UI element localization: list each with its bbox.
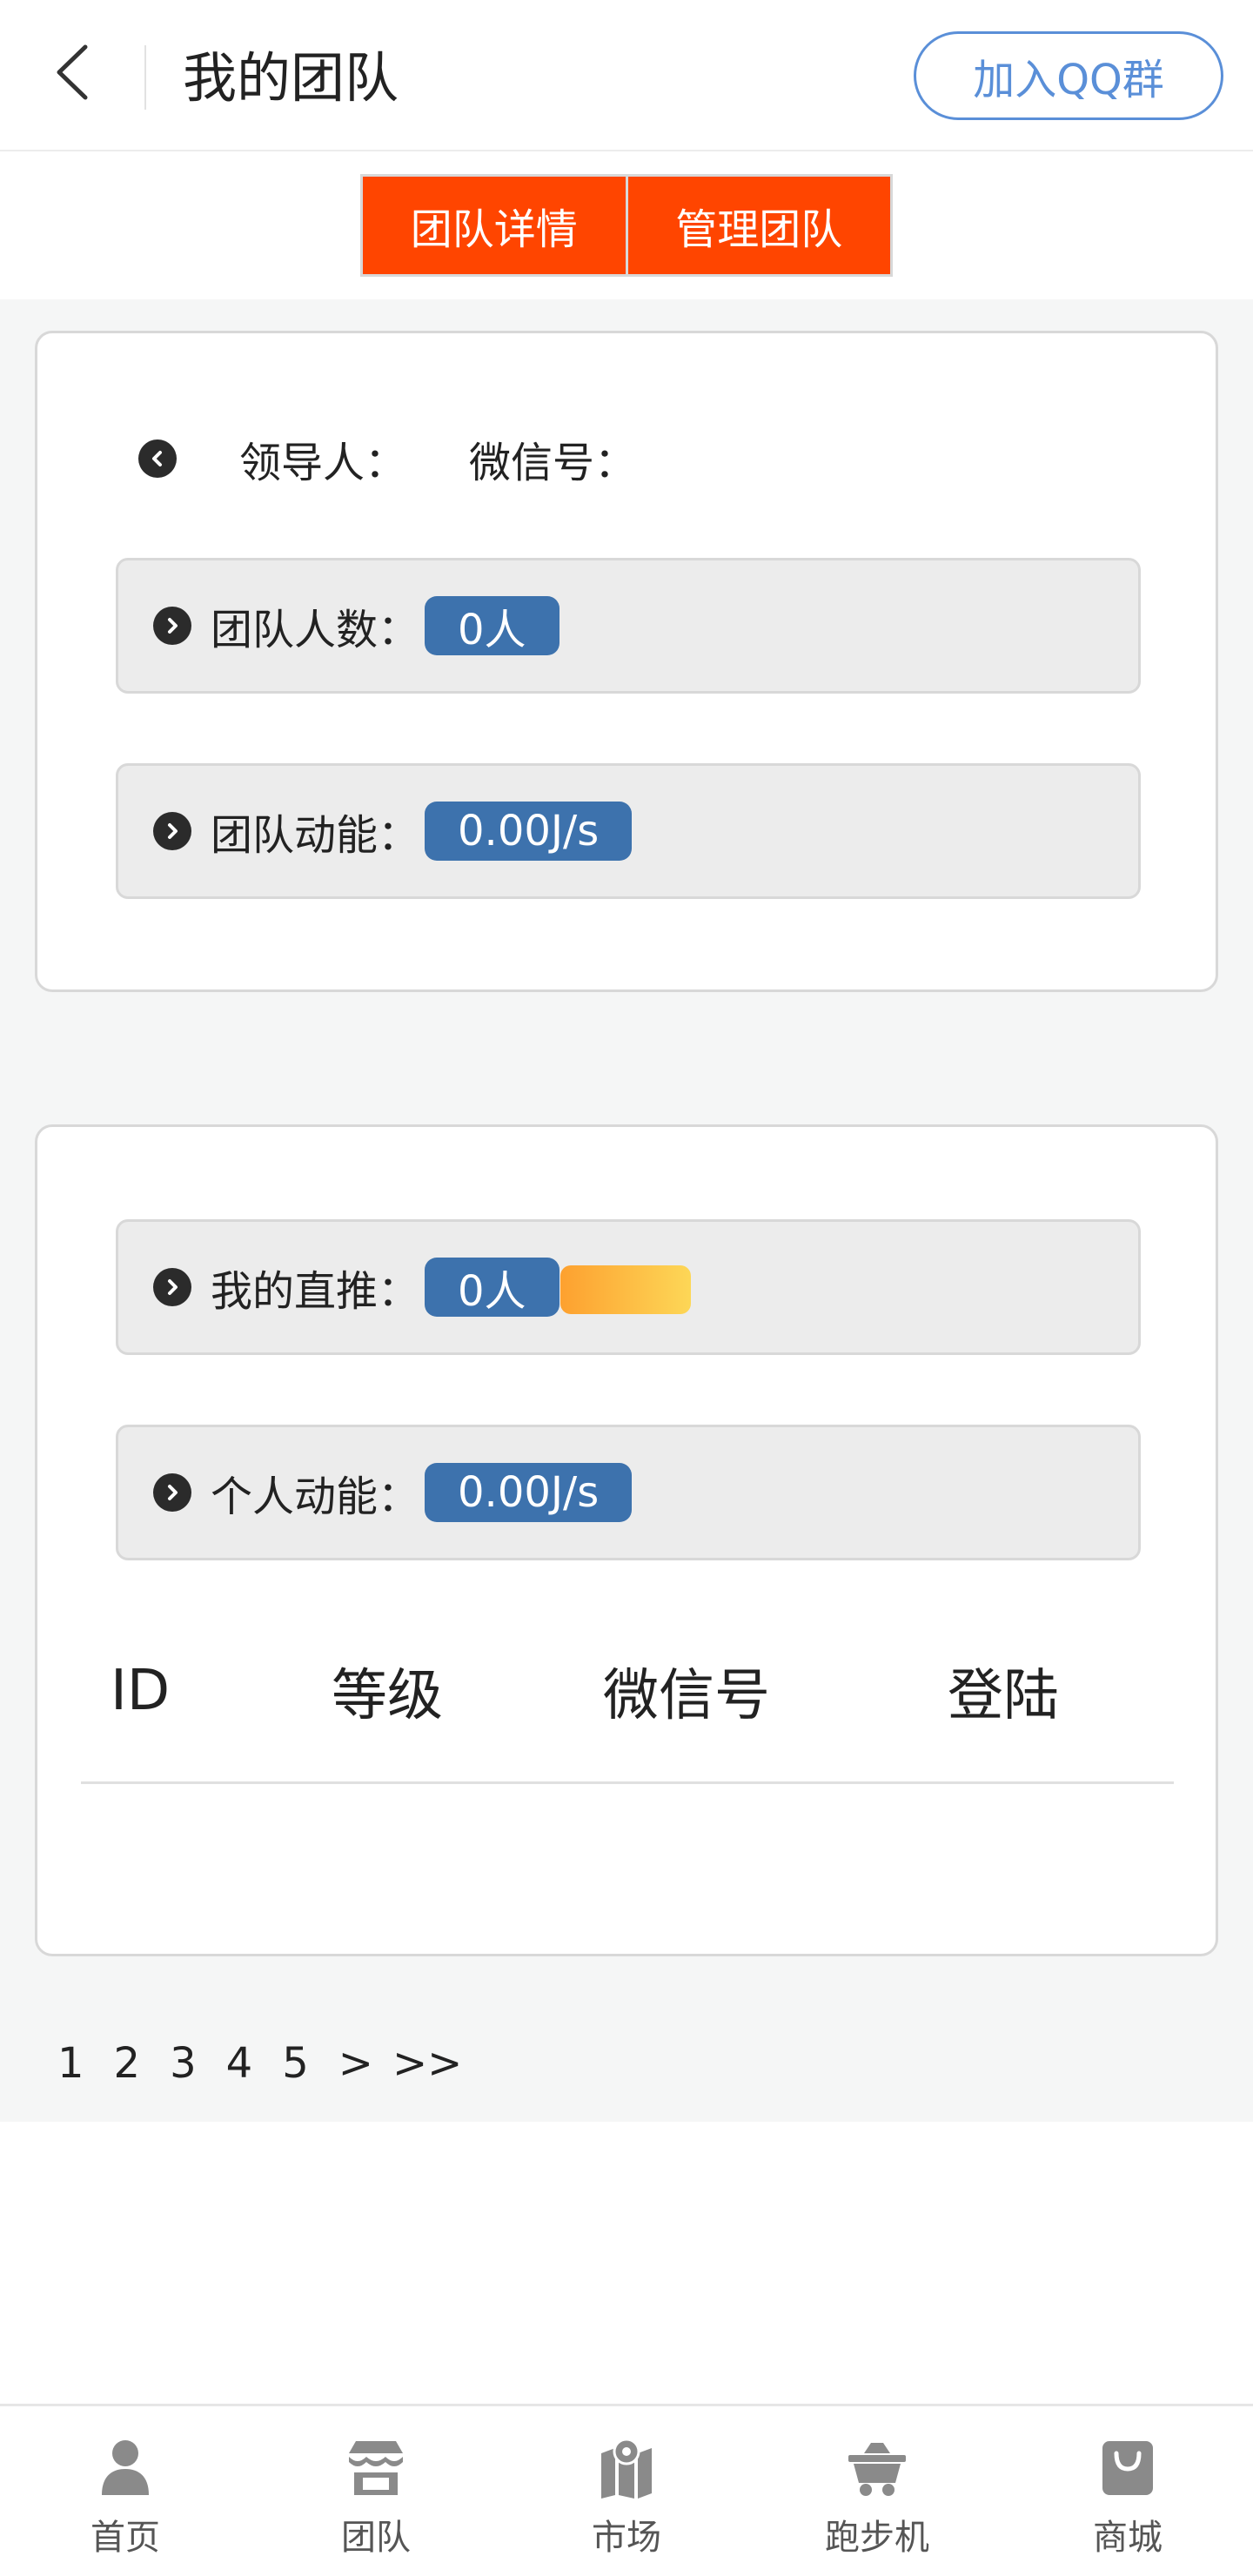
- personal-energy-stat: 个人动能： 0.00J/s: [116, 1425, 1141, 1560]
- stat-value-badge: 0人: [425, 1258, 559, 1317]
- chevron-right-circle-icon: [153, 607, 191, 645]
- watermark-logo: [560, 1265, 691, 1314]
- store-icon: [344, 2436, 408, 2500]
- join-qq-group-button[interactable]: 加入QQ群: [914, 31, 1223, 120]
- nav-item-treadmill[interactable]: 跑步机: [752, 2406, 1002, 2576]
- chevron-right-circle-icon: [153, 1473, 191, 1512]
- table-divider: [81, 1781, 1174, 1784]
- nav-label: 首页: [90, 2518, 160, 2558]
- column-header-level: 等级: [332, 1664, 443, 1728]
- nav-item-market[interactable]: 市场: [501, 2406, 752, 2576]
- column-header-id: ID: [111, 1659, 171, 1723]
- leader-label: 领导人：: [239, 439, 407, 487]
- pagination: 1 2 3 4 5 > >>: [57, 2033, 492, 2094]
- column-header-wechat: 微信号: [603, 1664, 770, 1728]
- page-next[interactable]: >: [338, 2039, 373, 2088]
- page-title: 我的团队: [183, 46, 399, 110]
- tab-manage-team[interactable]: 管理团队: [625, 177, 890, 274]
- nav-label: 商城: [1093, 2518, 1163, 2558]
- nav-item-team[interactable]: 团队: [251, 2406, 501, 2576]
- stat-value-badge: 0.00J/s: [425, 1463, 633, 1522]
- wechat-label: 微信号：: [469, 439, 637, 487]
- stat-label: 团队动能：: [211, 811, 420, 860]
- chevron-right-circle-icon: [153, 812, 191, 850]
- chevron-right-circle-icon: [153, 1268, 191, 1306]
- page-link-1[interactable]: 1: [57, 2039, 84, 2088]
- stat-label: 个人动能：: [211, 1472, 420, 1521]
- tabs: 团队详情 管理团队: [360, 174, 893, 277]
- leader-row: 领导人： 微信号：: [138, 424, 636, 493]
- chevron-left-circle-icon[interactable]: [138, 439, 177, 478]
- page-link-4[interactable]: 4: [226, 2039, 253, 2088]
- page-link-2[interactable]: 2: [114, 2039, 141, 2088]
- tabs-bar: 团队详情 管理团队: [0, 153, 1253, 299]
- column-header-login: 登陆: [948, 1664, 1059, 1728]
- tab-team-details[interactable]: 团队详情: [363, 177, 626, 274]
- member-table-header: ID 等级 微信号 登陆: [81, 1639, 1177, 1743]
- page-link-3[interactable]: 3: [170, 2039, 197, 2088]
- back-arrow-icon: [50, 42, 96, 106]
- team-energy-stat: 团队动能： 0.00J/s: [116, 763, 1141, 899]
- shopping-bag-icon: [1096, 2436, 1160, 2500]
- page-last[interactable]: >>: [392, 2039, 462, 2088]
- stat-value-badge: 0.00J/s: [425, 802, 633, 861]
- personal-info-card: 我的直推： 0人 个人动能： 0.00J/s ID 等级 微信号 登陆: [35, 1124, 1218, 1956]
- bottom-nav: 首页 团队 市场 跑步机 商城: [0, 2404, 1253, 2576]
- header: 我的团队 加入QQ群: [0, 0, 1253, 151]
- mining-cart-icon: [845, 2436, 909, 2500]
- stat-label: 团队人数：: [211, 606, 420, 654]
- nav-label: 团队: [341, 2518, 411, 2558]
- back-button[interactable]: [38, 35, 108, 113]
- stat-label: 我的直推：: [211, 1267, 420, 1316]
- stat-value-badge: 0人: [425, 596, 559, 655]
- map-icon: [594, 2436, 659, 2500]
- team-info-card: 领导人： 微信号： 团队人数： 0人 团队动能： 0.00J/s: [35, 331, 1218, 992]
- nav-label: 跑步机: [825, 2518, 929, 2558]
- user-icon: [93, 2436, 157, 2500]
- nav-item-home[interactable]: 首页: [0, 2406, 251, 2576]
- team-size-stat: 团队人数： 0人: [116, 558, 1141, 694]
- header-divider: [144, 45, 146, 110]
- nav-label: 市场: [592, 2518, 661, 2558]
- page-link-5[interactable]: 5: [282, 2039, 309, 2088]
- nav-item-shop[interactable]: 商城: [1002, 2406, 1253, 2576]
